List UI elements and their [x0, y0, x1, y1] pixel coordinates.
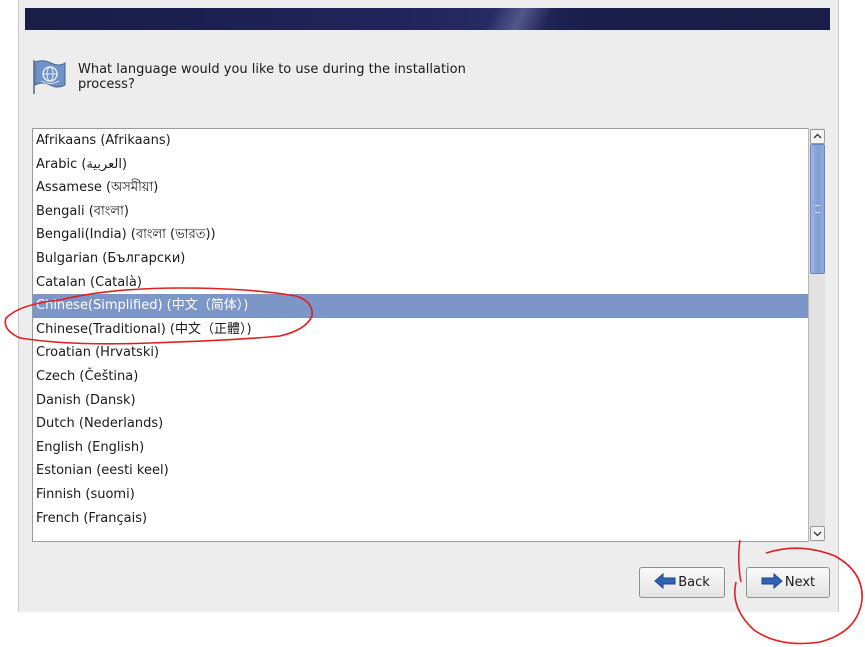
language-item[interactable]: Estonian (eesti keel) — [33, 459, 824, 483]
language-item[interactable]: Danish (Dansk) — [33, 389, 824, 413]
back-button[interactable]: Back — [639, 567, 725, 598]
language-item[interactable]: English (English) — [33, 436, 824, 460]
language-item[interactable]: French (Français) — [33, 507, 824, 531]
banner-streak — [455, 8, 575, 30]
language-item[interactable]: Czech (Čeština) — [33, 365, 824, 389]
language-item[interactable]: Chinese(Traditional) (中文（正體）) — [33, 318, 824, 342]
language-item[interactable]: Dutch (Nederlands) — [33, 412, 824, 436]
language-item[interactable]: Finnish (suomi) — [33, 483, 824, 507]
language-item[interactable]: Assamese (অসমীয়া) — [33, 176, 824, 200]
globe-flag-icon — [31, 58, 67, 96]
language-item[interactable]: Chinese(Simplified) (中文（简体）) — [33, 294, 824, 318]
language-item[interactable]: Croatian (Hrvatski) — [33, 341, 824, 365]
question-text: What language would you like to use duri… — [78, 62, 466, 92]
language-item[interactable]: Bulgarian (Български) — [33, 247, 824, 271]
language-item[interactable]: Afrikaans (Afrikaans) — [33, 129, 824, 153]
header-banner — [25, 8, 830, 30]
language-list[interactable]: Afrikaans (Afrikaans) Arabic (العربية) Ass… — [32, 128, 825, 542]
next-button[interactable]: Next — [746, 567, 830, 598]
chevron-up-icon[interactable] — [810, 129, 825, 144]
chevron-down-icon[interactable] — [810, 526, 825, 541]
arrow-left-icon — [654, 572, 676, 593]
question-row: What language would you like to use duri… — [31, 58, 498, 102]
scroll-thumb[interactable] — [810, 144, 825, 274]
installer-window: What language would you like to use duri… — [18, 0, 839, 612]
back-label: Back — [678, 575, 710, 590]
scroll-grip — [815, 205, 820, 213]
next-label: Next — [784, 575, 816, 590]
list-scrollbar[interactable] — [808, 128, 825, 542]
language-item[interactable]: Bengali (বাংলা) — [33, 200, 824, 224]
arrow-right-icon — [761, 572, 783, 593]
language-item[interactable]: Catalan (Català) — [33, 271, 824, 295]
language-item[interactable]: Arabic (العربية) — [33, 153, 824, 177]
language-item[interactable]: Bengali(India) (বাংলা (ভারত)) — [33, 223, 824, 247]
